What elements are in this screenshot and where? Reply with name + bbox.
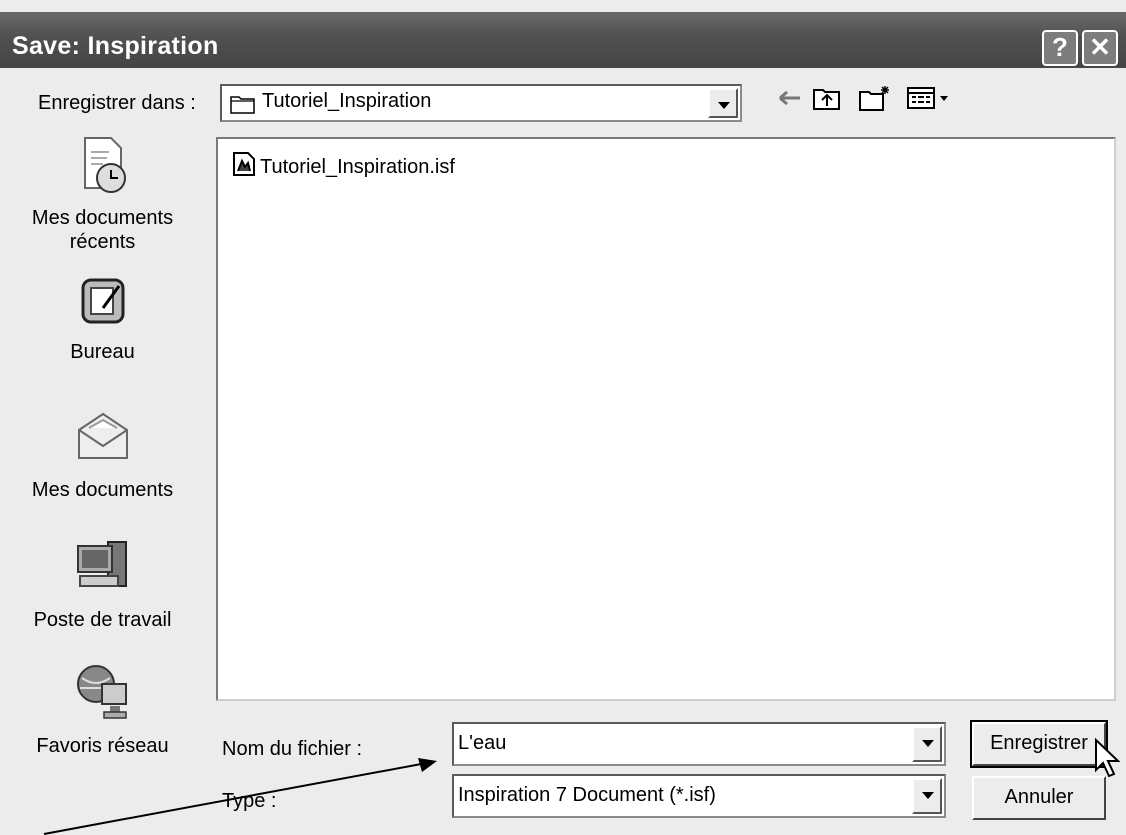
annotation-arrow-icon <box>43 758 437 835</box>
